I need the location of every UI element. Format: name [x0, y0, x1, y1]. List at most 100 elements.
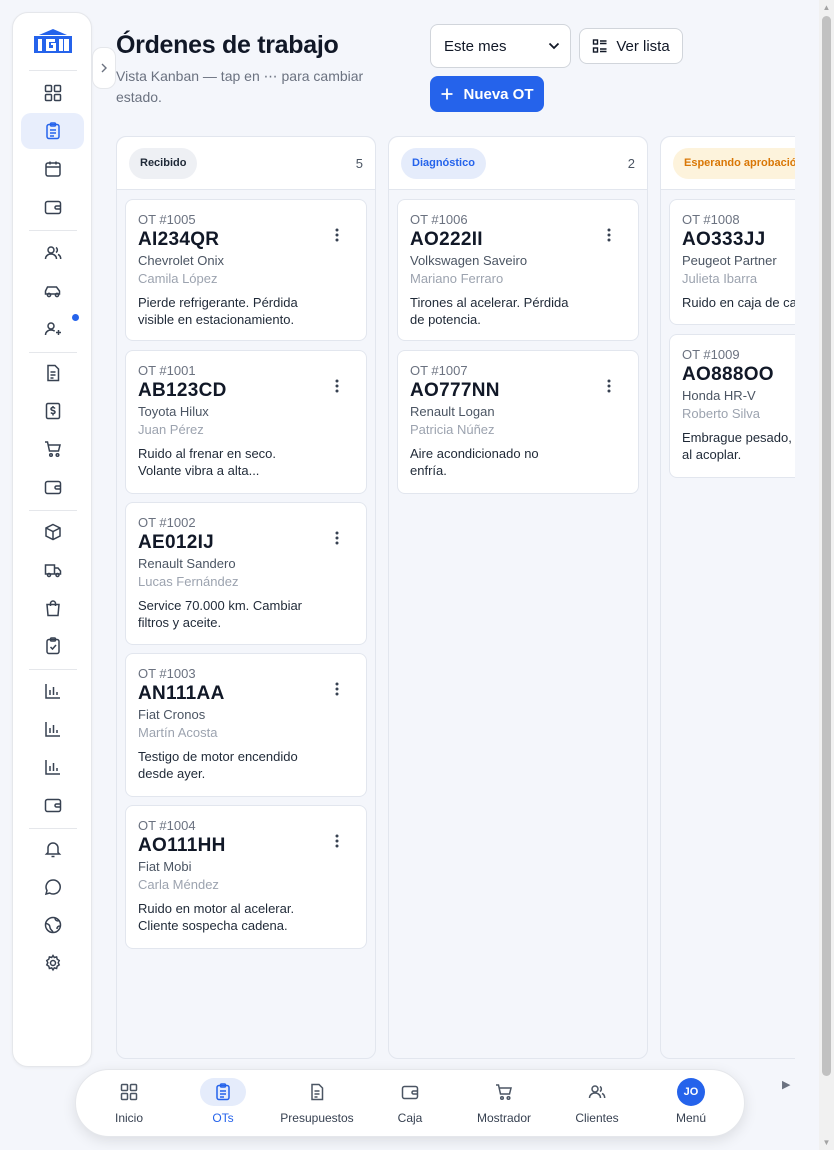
- more-vertical-icon: [335, 531, 339, 545]
- card-description: Testigo de motor encendido desde ayer.: [138, 749, 298, 781]
- scroll-up-icon[interactable]: ▲: [822, 3, 831, 12]
- card-client: Julieta Ibarra: [682, 271, 758, 286]
- bar-chart-icon: [44, 760, 60, 775]
- period-select[interactable]: Este mes: [430, 24, 571, 68]
- sidebar-item-inventory[interactable]: [21, 514, 84, 550]
- column-header: Esperando aprobación: [661, 137, 795, 190]
- card-plate: AO888OO: [682, 364, 774, 385]
- logo[interactable]: [33, 29, 73, 55]
- card-plate: AO333JJ: [682, 229, 766, 250]
- nav-caja[interactable]: Caja: [365, 1070, 455, 1138]
- nav-ots[interactable]: OTs: [178, 1070, 268, 1138]
- sidebar-item-dashboard[interactable]: [21, 75, 84, 111]
- work-order-card[interactable]: OT #1005 AI234QR Chevrolet Onix Camila L…: [125, 199, 367, 341]
- card-client: Roberto Silva: [682, 406, 761, 421]
- nav-label: Presupuestos: [280, 1111, 354, 1125]
- sidebar-divider: [29, 352, 77, 353]
- nav-inicio[interactable]: Inicio: [84, 1070, 174, 1138]
- chat-icon: [44, 879, 61, 896]
- scroll-right-icon[interactable]: ▶: [782, 1078, 790, 1091]
- work-order-card[interactable]: OT #1003 AN111AA Fiat Cronos Martín Acos…: [125, 653, 367, 797]
- card-description: Pierde refrigerante. Pérdida visible en …: [138, 295, 298, 327]
- sidebar-item-stats[interactable]: [21, 711, 84, 747]
- card-ot-number: OT #1005: [138, 212, 196, 227]
- document-icon: [294, 1078, 340, 1106]
- sidebar-item-vehicles[interactable]: [21, 273, 84, 309]
- dollar-document-icon: [45, 402, 60, 420]
- sidebar-item-settings[interactable]: [21, 945, 84, 981]
- sidebar-divider: [29, 70, 77, 71]
- card-menu-button[interactable]: [330, 529, 344, 547]
- work-order-card[interactable]: OT #1009 AO888OO Honda HR-V Roberto Silv…: [669, 334, 795, 478]
- sidebar-item-wallet[interactable]: [21, 189, 84, 225]
- truck-icon: [44, 564, 61, 578]
- sidebar-item-suppliers[interactable]: [21, 552, 84, 588]
- card-menu-button[interactable]: [330, 832, 344, 850]
- card-vehicle: Renault Sandero: [138, 556, 236, 571]
- card-menu-button[interactable]: [330, 680, 344, 698]
- period-select-value: Este mes: [444, 37, 507, 55]
- column-recibido: Recibido 5 OT #1005 AI234QR Chevrolet On…: [116, 136, 376, 1059]
- card-ot-number: OT #1001: [138, 363, 196, 378]
- clipboard-list-icon: [45, 122, 60, 140]
- sidebar-item-documents[interactable]: [21, 355, 84, 391]
- column-diagnostico: Diagnóstico 2 OT #1006 AO222II Volkswage…: [388, 136, 648, 1059]
- work-order-card[interactable]: OT #1007 AO777NN Renault Logan Patricia …: [397, 350, 639, 494]
- users-icon: [574, 1078, 620, 1106]
- sidebar-item-messages[interactable]: [21, 869, 84, 905]
- avatar: JO: [677, 1078, 705, 1106]
- more-vertical-icon: [335, 228, 339, 242]
- nav-mostrador[interactable]: Mostrador: [459, 1070, 549, 1138]
- scroll-down-icon[interactable]: ▼: [822, 1138, 831, 1147]
- nav-presupuestos[interactable]: Presupuestos: [272, 1070, 362, 1138]
- page-scrollbar[interactable]: ▲ ▼: [819, 0, 834, 1150]
- card-ot-number: OT #1006: [410, 212, 468, 227]
- nav-clientes[interactable]: Clientes: [552, 1070, 642, 1138]
- sidebar-item-reports[interactable]: [21, 673, 84, 709]
- card-ot-number: OT #1003: [138, 666, 196, 681]
- new-ot-button[interactable]: Nueva OT: [430, 76, 544, 112]
- column-header: Recibido 5: [117, 137, 375, 190]
- dashboard-grid-icon: [106, 1078, 152, 1106]
- work-order-card[interactable]: OT #1004 AO111HH Fiat Mobi Carla Méndez …: [125, 805, 367, 949]
- sidebar-item-web[interactable]: [21, 907, 84, 943]
- nav-menu[interactable]: JO Menú: [646, 1070, 736, 1138]
- card-description: Aire acondicionado no enfría.: [410, 446, 539, 478]
- card-menu-button[interactable]: [330, 226, 344, 244]
- sidebar-item-calendar[interactable]: [21, 151, 84, 187]
- sidebar-item-finance[interactable]: [21, 787, 84, 823]
- dashboard-grid-icon: [44, 84, 61, 102]
- more-vertical-icon: [607, 379, 611, 393]
- work-order-card[interactable]: OT #1008 AO333JJ Peugeot Partner Julieta…: [669, 199, 795, 325]
- work-order-card[interactable]: OT #1006 AO222II Volkswagen Saveiro Mari…: [397, 199, 639, 341]
- scroll-thumb[interactable]: [822, 16, 831, 1076]
- card-ot-number: OT #1008: [682, 212, 740, 227]
- sidebar-item-billing[interactable]: [21, 393, 84, 429]
- sidebar: [12, 12, 116, 1067]
- avatar-wrap: JO: [668, 1078, 714, 1106]
- collapse-sidebar-button[interactable]: [92, 47, 116, 89]
- sidebar-item-users[interactable]: [21, 235, 84, 271]
- globe-icon: [44, 916, 61, 934]
- sidebar-item-purchases[interactable]: [21, 590, 84, 626]
- card-menu-button[interactable]: [602, 226, 616, 244]
- chevron-down-icon: [548, 42, 560, 50]
- work-order-card[interactable]: OT #1002 AE012IJ Renault Sandero Lucas F…: [125, 502, 367, 645]
- sidebar-item-notifications[interactable]: [21, 831, 84, 867]
- calendar-icon: [44, 161, 61, 177]
- sidebar-item-cart[interactable]: [21, 431, 84, 467]
- sidebar-item-checklist[interactable]: [21, 628, 84, 664]
- sidebar-item-cash[interactable]: [21, 469, 84, 505]
- work-order-card[interactable]: OT #1001 AB123CD Toyota Hilux Juan Pérez…: [125, 350, 367, 494]
- kanban-board: Recibido 5 OT #1005 AI234QR Chevrolet On…: [116, 136, 795, 1060]
- card-description: Embrague pesado, vibra al acoplar.: [682, 430, 792, 462]
- user-plus-icon: [44, 322, 61, 336]
- card-client: Juan Pérez: [138, 422, 204, 437]
- page-title: Órdenes de trabajo: [116, 31, 339, 59]
- sidebar-item-analytics[interactable]: [21, 749, 84, 785]
- sidebar-item-ordenes[interactable]: [21, 113, 84, 149]
- more-vertical-icon: [335, 379, 339, 393]
- card-menu-button[interactable]: [330, 377, 344, 395]
- view-list-button[interactable]: Ver lista: [579, 28, 683, 64]
- card-menu-button[interactable]: [602, 377, 616, 395]
